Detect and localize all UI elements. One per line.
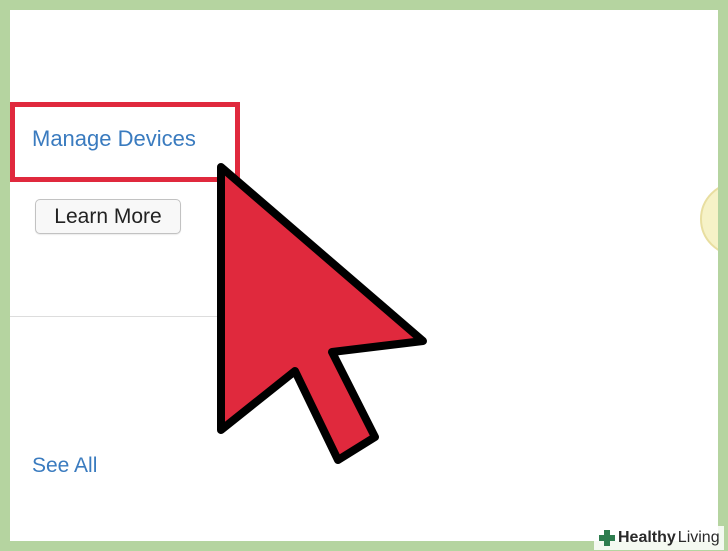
section-divider xyxy=(10,316,218,317)
watermark: Healthy Living xyxy=(594,526,724,550)
watermark-sub: Living xyxy=(677,529,720,546)
side-decoration xyxy=(700,182,718,256)
watermark-brand: Healthy xyxy=(618,529,676,546)
arrow-pointer-icon xyxy=(217,163,427,464)
see-all-link[interactable]: See All xyxy=(32,454,97,478)
plus-cross-icon xyxy=(599,530,615,546)
content-panel: Manage Devices Learn More See All xyxy=(10,10,718,541)
learn-more-button[interactable]: Learn More xyxy=(35,199,181,234)
highlight-box xyxy=(10,102,240,182)
